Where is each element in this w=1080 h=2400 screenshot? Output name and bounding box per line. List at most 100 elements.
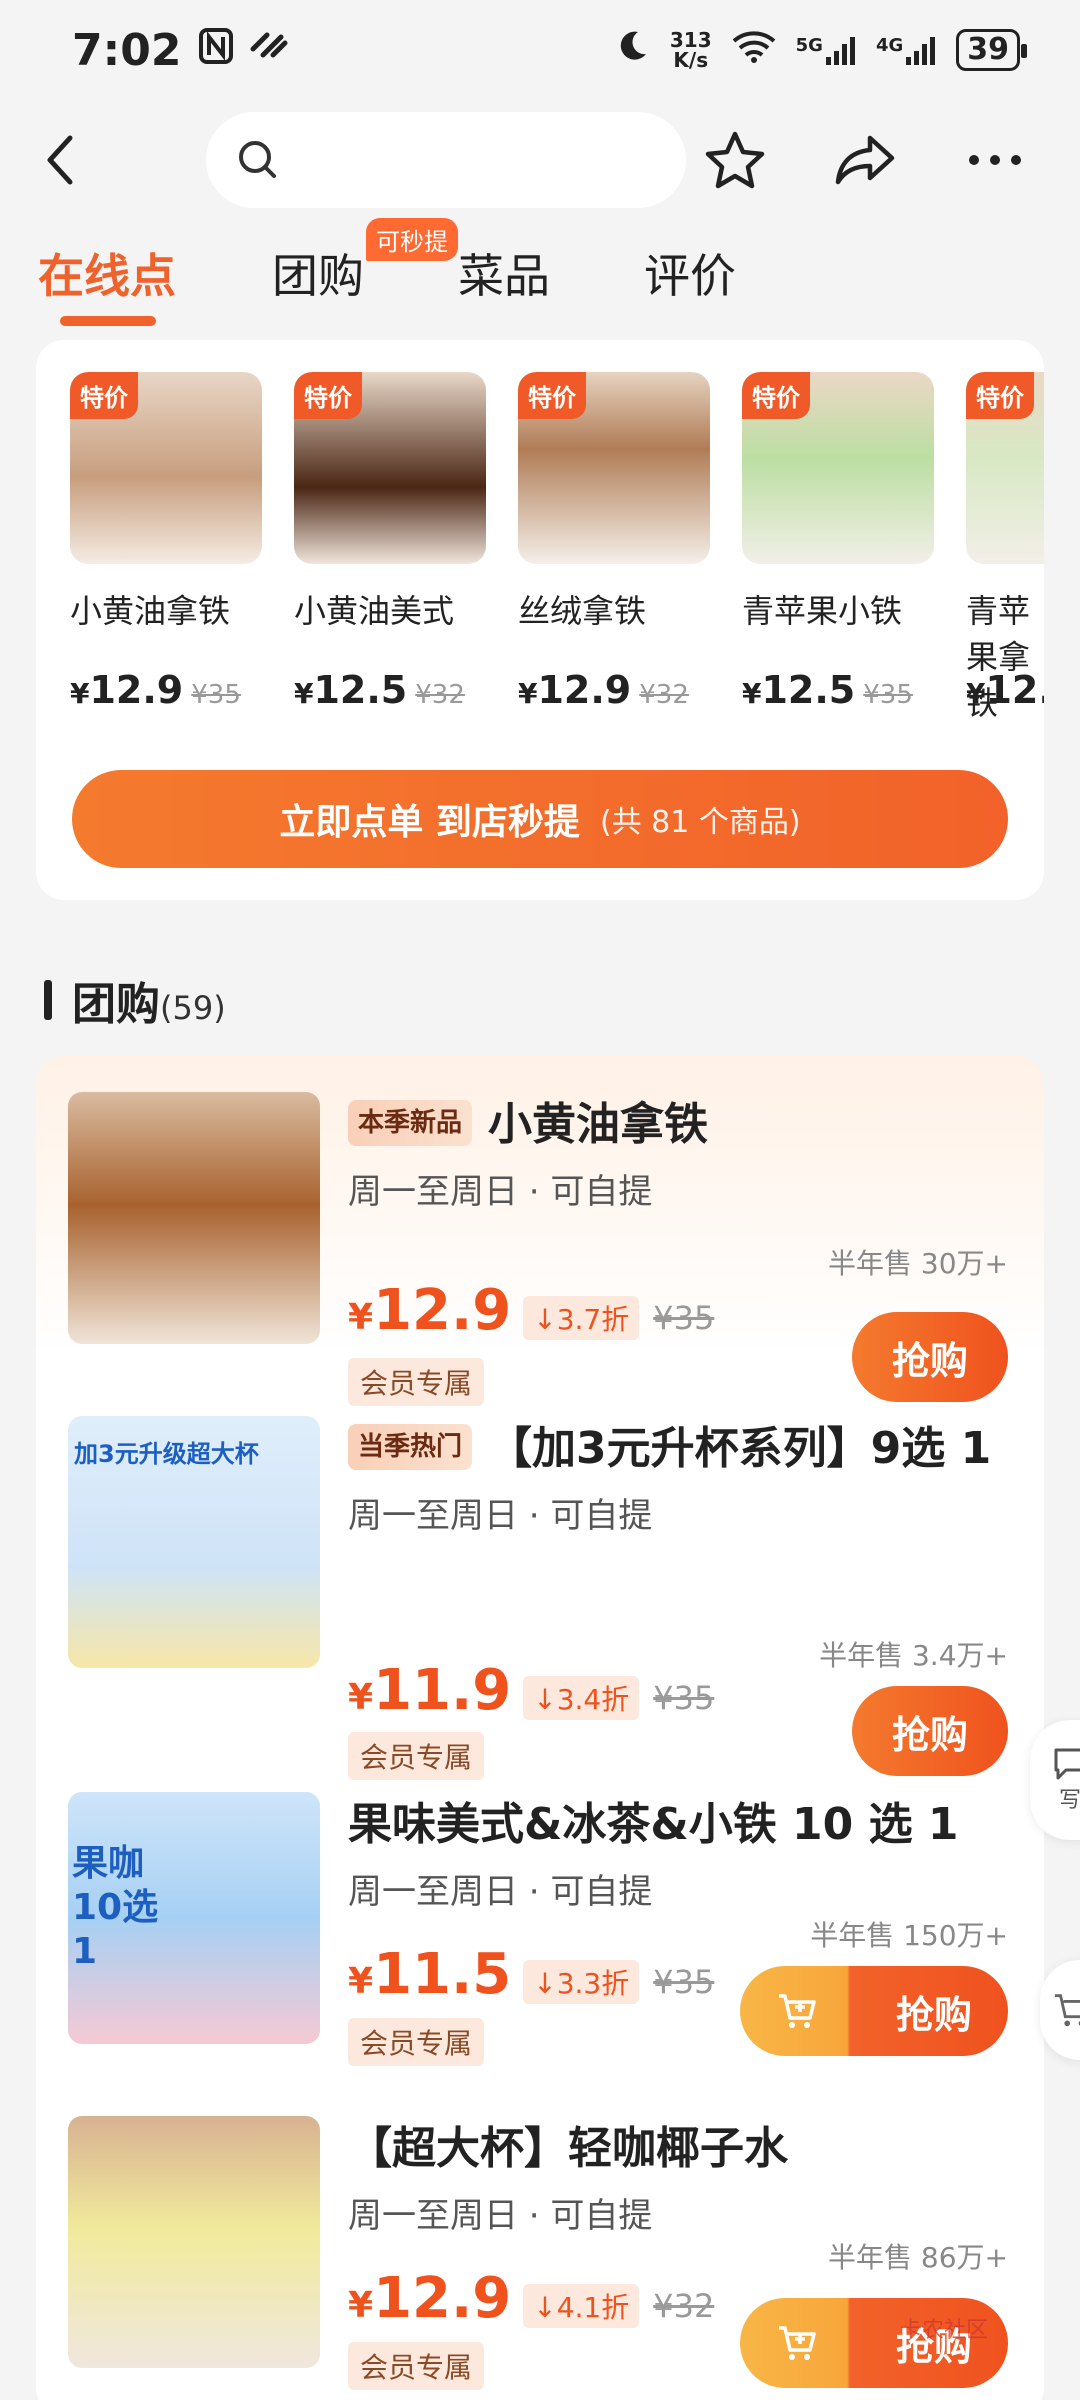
deal-price: ¥11.9 ↓3.4折 ¥35: [348, 1658, 715, 1723]
deal-title: 小黄油拿铁: [488, 1099, 709, 1150]
deal-item[interactable]: 【超大杯】轻咖椰子水 周一至周日 · 可自提 半年售 86万+ ¥12.9 ↓4…: [36, 2116, 1044, 2400]
comment-icon: [1054, 1748, 1080, 1780]
battery-indicator: 39: [956, 29, 1027, 71]
product-image: 特价: [966, 372, 1044, 564]
deal-image: 加3元升级超大杯: [68, 1416, 320, 1668]
status-time: 7:02: [72, 24, 182, 76]
deal-sold-count: 半年售 30万+: [828, 1247, 1008, 1280]
order-now-button[interactable]: 立即点单 到店秒提 (共 81 个商品): [72, 770, 1008, 868]
deal-image: [68, 1092, 320, 1344]
tab-group-buy[interactable]: 团购: [272, 240, 364, 306]
product-image: 特价: [742, 372, 934, 564]
more-button[interactable]: [950, 115, 1040, 205]
dnd-moon-icon: [614, 28, 650, 72]
back-button[interactable]: [40, 120, 120, 200]
network-speed: 313 K/s: [669, 28, 712, 72]
product-card[interactable]: 特价 小黄油美式: [294, 372, 486, 634]
deal-availability: 周一至周日 · 可自提: [348, 2196, 653, 2236]
share-icon: [835, 135, 895, 185]
deal-badge: 本季新品: [348, 1100, 473, 1146]
product-name: 小黄油美式: [294, 592, 455, 630]
deal-price: ¥12.9 ↓3.7折 ¥35: [348, 1278, 715, 1343]
favorite-button[interactable]: [690, 115, 780, 205]
special-price-tag: 特价: [518, 372, 586, 419]
buy-button[interactable]: 抢购: [852, 1312, 1008, 1402]
special-price-tag: 特价: [294, 372, 362, 419]
special-price-tag: 特价: [70, 372, 138, 419]
deal-item[interactable]: 果咖 10选1 果味美式&冰茶&小铁 10 选 1 周一至周日 · 可自提 半年…: [36, 1792, 1044, 2082]
member-only-tag: 会员专属: [348, 1358, 485, 1406]
deal-price: ¥11.5 ↓3.3折 ¥35: [348, 1942, 715, 2007]
product-name: 丝绒拿铁: [518, 592, 647, 630]
product-card[interactable]: 特价 丝绒拿铁: [518, 372, 710, 634]
nfc-icon: [199, 27, 234, 73]
deal-sold-count: 半年售 150万+: [810, 1919, 1008, 1952]
cart-fab[interactable]: [1040, 1960, 1080, 2060]
deal-title: 果味美式&冰茶&小铁 10 选 1: [348, 1799, 959, 1850]
deal-item[interactable]: 加3元升级超大杯 当季热门 【加3元升杯系列】9选 1 周一至周日 · 可自提 半…: [36, 1416, 1044, 1780]
product-card[interactable]: 特价 青苹果小铁: [742, 372, 934, 634]
deal-title: 【超大杯】轻咖椰子水: [348, 2123, 788, 2174]
product-price: ¥12.9 ¥32: [518, 668, 689, 712]
down-arrow-icon: ↓: [533, 1967, 557, 2000]
deal-availability: 周一至周日 · 可自提: [348, 1496, 653, 1536]
tab-online-order[interactable]: 在线点: [38, 240, 176, 306]
tab-badge: 可秒提: [366, 218, 458, 261]
special-price-tag: 特价: [966, 372, 1034, 419]
search-icon: [239, 141, 276, 178]
product-count-label: (共 81 个商品): [599, 805, 801, 840]
top-nav-bar: [0, 100, 1080, 220]
deal-price: ¥12.9 ↓4.1折 ¥32: [348, 2266, 715, 2331]
order-now-label: 立即点单 到店秒提: [279, 802, 580, 843]
product-name: 青苹果小铁: [742, 592, 903, 630]
deal-image: [68, 2116, 320, 2368]
buy-button[interactable]: 抢购: [740, 1966, 1008, 2056]
deal-image: 果咖 10选1: [68, 1792, 320, 2044]
product-price: ¥12.: [966, 668, 1044, 712]
deal-item[interactable]: 本季新品 小黄油拿铁 周一至周日 · 可自提 半年售 30万+ ¥12.9 ↓3.…: [36, 1092, 1044, 1406]
tab-active-indicator: [60, 316, 156, 326]
watermark: 卡农社区: [900, 2318, 989, 2343]
down-arrow-icon: ↓: [533, 1683, 557, 1716]
cart-icon: [1054, 1994, 1080, 2027]
down-arrow-icon: ↓: [533, 1303, 557, 1336]
deal-title: 【加3元升杯系列】9选 1: [488, 1423, 992, 1474]
deal-availability: 周一至周日 · 可自提: [348, 1172, 653, 1212]
add-to-cart-icon: [779, 2326, 816, 2360]
member-only-tag: 会员专属: [348, 2018, 485, 2066]
buy-button[interactable]: 抢购: [852, 1686, 1008, 1776]
product-card[interactable]: 特价 小黄油拿铁: [70, 372, 262, 634]
app-notification-icon: [249, 28, 289, 73]
deal-sold-count: 半年售 3.4万+: [819, 1639, 1008, 1672]
signal-5g-icon: 5G: [796, 35, 856, 65]
chevron-left-icon: [47, 135, 73, 185]
tab-dishes[interactable]: 菜品: [458, 240, 550, 306]
tab-reviews[interactable]: 评价: [644, 240, 736, 306]
deal-availability: 周一至周日 · 可自提: [348, 1872, 653, 1912]
share-button[interactable]: [820, 115, 910, 205]
add-to-cart-icon: [779, 1994, 816, 2028]
group-deals-list: 本季新品 小黄油拿铁 周一至周日 · 可自提 半年售 30万+ ¥12.9 ↓3.…: [36, 1056, 1044, 2400]
product-image: 特价: [70, 372, 262, 564]
status-bar: 7:02 313 K/s 5G 4G 39: [0, 0, 1080, 100]
product-image: 特价: [518, 372, 710, 564]
special-price-tag: 特价: [742, 372, 810, 419]
member-only-tag: 会员专属: [348, 2342, 485, 2390]
product-name: 小黄油拿铁: [70, 592, 231, 630]
star-icon: [705, 131, 765, 189]
online-order-card: 特价 小黄油拿铁 特价 小黄油美式 特价 丝绒拿铁 特价 青苹果小铁 特价 青苹…: [36, 340, 1044, 900]
deal-badge: 当季热门: [348, 1424, 473, 1470]
store-tabs: 在线点 团购 可秒提 菜品 评价: [0, 218, 1080, 330]
member-only-tag: 会员专属: [348, 1732, 485, 1780]
product-price: ¥12.5 ¥32: [294, 668, 465, 712]
group-buy-section-title: 团购 (59): [44, 968, 226, 1032]
product-price: ¥12.5 ¥35: [742, 668, 913, 712]
product-price: ¥12.9 ¥35: [70, 668, 241, 712]
product-image: 特价: [294, 372, 486, 564]
signal-4g-icon: 4G: [876, 35, 936, 65]
search-input[interactable]: [206, 112, 686, 208]
write-review-fab[interactable]: 写: [1030, 1720, 1080, 1840]
more-dots-icon: [969, 155, 1021, 165]
down-arrow-icon: ↓: [533, 2291, 557, 2324]
wifi-icon: [732, 29, 776, 71]
